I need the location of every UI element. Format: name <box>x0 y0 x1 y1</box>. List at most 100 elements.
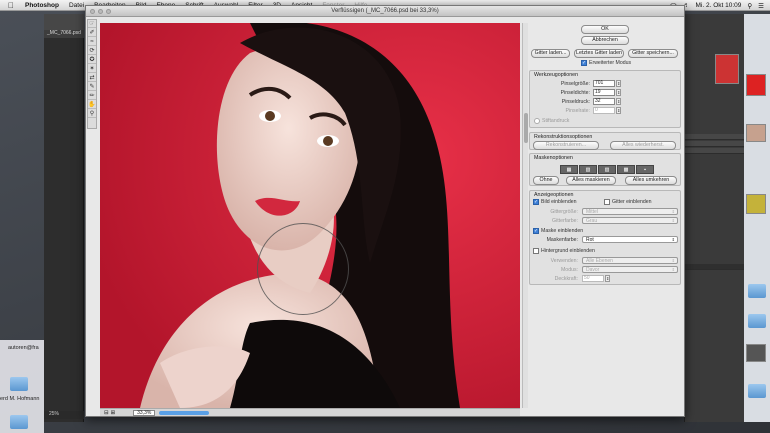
bloat-tool-icon[interactable]: ✶ <box>88 65 96 73</box>
brush-density-field[interactable]: 19 <box>593 89 615 96</box>
layer-row[interactable] <box>685 264 745 270</box>
layer-thumbnail[interactable] <box>715 54 739 84</box>
twirl-tool-icon[interactable]: ⟳ <box>88 47 96 55</box>
desktop-files-strip <box>744 14 770 422</box>
freeze-mask-tool-icon[interactable]: ✎ <box>88 83 96 91</box>
mesh-size-select[interactable]: Mittel ⇕ <box>582 208 678 215</box>
ps-doc-tab[interactable]: _MC_7066.psd <box>44 30 84 38</box>
tool-options-title: Werkzeugoptionen <box>534 72 579 78</box>
zoom-out-icon[interactable]: ⊟ <box>104 410 109 416</box>
thaw-mask-tool-icon[interactable]: ✏ <box>88 92 96 100</box>
push-left-tool-icon[interactable]: ⇄ <box>88 74 96 82</box>
brush-rate-field[interactable]: 0 <box>593 107 615 114</box>
brush-cursor <box>257 223 349 315</box>
reconstruct-tool-icon[interactable]: ✐ <box>88 29 96 37</box>
brush-size-label: Pinselgröße: <box>560 81 590 87</box>
file-thumbnail[interactable] <box>746 124 766 142</box>
mesh-color-select[interactable]: Grau ⇕ <box>582 217 678 224</box>
load-mesh-button[interactable]: Gitter laden... <box>531 49 570 58</box>
mask-all-button[interactable]: Alles maskieren <box>566 176 616 185</box>
mask-none-button[interactable]: Ohne <box>533 176 559 185</box>
invert-selection-icon[interactable]: ▪ <box>636 165 654 174</box>
use-label: Verwenden: <box>550 258 578 264</box>
zoom-tool-icon[interactable]: ⚲ <box>88 110 96 118</box>
view-options-title: Anzeigeoptionen <box>534 192 574 198</box>
save-mesh-button[interactable]: Gitter speichern... <box>628 49 678 58</box>
layer-row[interactable] <box>685 148 745 154</box>
brush-size-field[interactable]: 701 <box>593 80 615 87</box>
close-icon[interactable] <box>90 9 95 14</box>
stylus-label: Stiftandruck <box>542 118 570 124</box>
use-select[interactable]: Alle Ebenen ⇕ <box>582 257 678 264</box>
hand-tool-icon[interactable]: ✋ <box>88 101 96 109</box>
reconstruct-title: Rekonstruktionsoptionen <box>534 134 593 140</box>
file-thumbnail[interactable] <box>746 194 766 214</box>
folder-icon[interactable] <box>10 415 28 429</box>
pucker-tool-icon[interactable]: ✪ <box>88 56 96 64</box>
reconstruct-button[interactable]: Rekonstruieren... <box>533 141 599 150</box>
layer-row[interactable] <box>685 141 745 147</box>
show-backdrop-checkbox[interactable] <box>533 248 539 254</box>
mode-label: Modus: <box>560 267 578 273</box>
folder-icon[interactable] <box>748 284 766 298</box>
file-thumbnail[interactable] <box>746 74 766 96</box>
mesh-color-value: Grau <box>586 218 598 224</box>
zoom-icon[interactable] <box>106 9 111 14</box>
horizontal-scroll-thumb[interactable] <box>159 410 210 415</box>
brush-pressure-stepper[interactable]: ⇕ <box>616 98 621 105</box>
list-icon[interactable]: ☰ <box>758 2 764 10</box>
intersect-selection-icon[interactable]: ▩ <box>617 165 635 174</box>
zoom-field[interactable]: 33,3% <box>133 409 156 416</box>
advanced-mode-checkbox[interactable]: ✓ <box>581 60 587 66</box>
mask-color-label: Maskenfarbe: <box>546 237 578 243</box>
user-label[interactable]: autoren@fra <box>8 345 39 351</box>
add-to-selection-icon[interactable]: ▧ <box>579 165 597 174</box>
vertical-scrollbar[interactable] <box>522 23 528 408</box>
menu-app-name[interactable]: Photoshop <box>20 2 64 9</box>
restore-all-button[interactable]: Alles wiederherst. <box>610 141 676 150</box>
brush-size-stepper[interactable]: ⇕ <box>616 80 621 87</box>
mask-color-value: Rot <box>586 237 594 243</box>
advanced-mode-label: Erweiterter Modus <box>589 60 632 66</box>
load-last-mesh-button[interactable]: Letztes Gitter laden <box>574 49 624 58</box>
mode-value: Davor <box>586 267 600 273</box>
show-image-checkbox[interactable]: ✓ <box>533 199 539 205</box>
ps-status-zoom: 25% <box>44 411 84 419</box>
opacity-field[interactable]: 50 <box>582 275 604 282</box>
file-thumbnail[interactable] <box>746 344 766 362</box>
opacity-stepper[interactable]: ⇕ <box>605 275 610 282</box>
cancel-button[interactable]: Abbrechen <box>581 36 629 45</box>
show-mesh-checkbox[interactable] <box>604 199 610 205</box>
layers-panel <box>684 14 745 422</box>
name-label: erd M. Hofmann <box>0 396 40 402</box>
brush-density-stepper[interactable]: ⇕ <box>616 89 621 96</box>
invert-all-button[interactable]: Alles umkehren <box>625 176 677 185</box>
show-mesh-label: Gitter einblenden <box>612 199 652 205</box>
brush-rate-stepper[interactable]: ⇕ <box>616 107 621 114</box>
smooth-tool-icon[interactable]: ≈ <box>88 38 96 46</box>
tool-options-group: Werkzeugoptionen Pinselgröße: 701 ⇕ Pins… <box>529 70 681 128</box>
minimize-icon[interactable] <box>98 9 103 14</box>
clock[interactable]: Mi. 2. Okt 10:09 <box>696 2 742 9</box>
replace-selection-icon[interactable]: ▦ <box>560 165 578 174</box>
stylus-checkbox[interactable] <box>534 118 540 124</box>
mode-select[interactable]: Davor ⇕ <box>582 266 678 273</box>
layer-row[interactable] <box>685 134 745 140</box>
folder-icon[interactable] <box>748 384 766 398</box>
zoom-bar: ⊟ ⊞ 33,3% <box>100 408 520 416</box>
scroll-thumb[interactable] <box>524 113 528 143</box>
folder-icon[interactable] <box>748 314 766 328</box>
mask-color-select[interactable]: Rot ⇕ <box>582 236 678 243</box>
subtract-selection-icon[interactable]: ▨ <box>598 165 616 174</box>
dialog-title-text: Verflüssigen (_MC_7066.psd bei 33,3%) <box>331 8 439 14</box>
show-mask-checkbox[interactable]: ✓ <box>533 228 539 234</box>
search-icon[interactable]: ⚲ <box>747 2 752 10</box>
forward-warp-tool-icon[interactable]: ☞ <box>88 20 96 28</box>
brush-pressure-field[interactable]: 32 <box>593 98 615 105</box>
mesh-color-label: Gitterfarbe: <box>552 218 578 224</box>
zoom-in-icon[interactable]: ⊞ <box>111 410 116 416</box>
image-preview[interactable] <box>100 23 520 408</box>
folder-icon[interactable] <box>10 377 28 391</box>
ok-button[interactable]: OK <box>581 25 629 34</box>
apple-icon[interactable]:  <box>0 1 20 10</box>
